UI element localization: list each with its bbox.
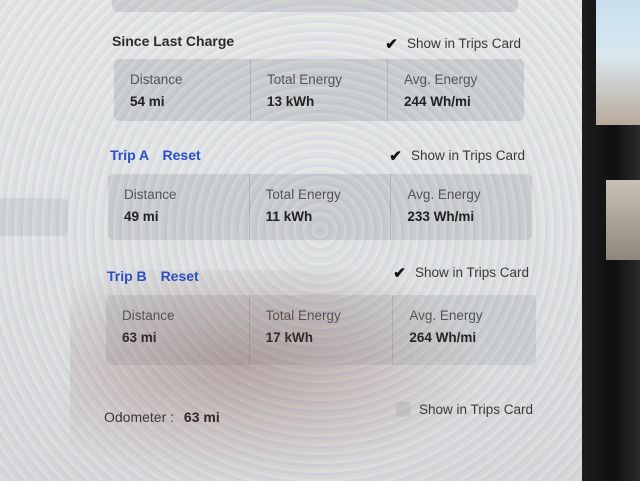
- distance-cell: Distance 49 mi: [108, 174, 250, 240]
- trip-b-header: Trip B Reset: [107, 268, 199, 284]
- touchscreen: Since Last Charge ✔ Show in Trips Card D…: [0, 0, 585, 481]
- avg-energy-cell: Avg. Energy 244 Wh/mi: [388, 59, 524, 121]
- car-window-view: [596, 0, 640, 125]
- trip-a-show-toggle[interactable]: ✔ Show in Trips Card: [388, 148, 526, 165]
- odometer-show-toggle[interactable]: Show in Trips Card: [396, 402, 533, 417]
- stat-value: 11 kWh: [265, 209, 313, 224]
- distance-cell: Distance 54 mi: [114, 59, 251, 121]
- trip-b-show-toggle[interactable]: ✔ Show in Trips Card: [392, 265, 530, 282]
- show-in-trips-card-label: Show in Trips Card: [419, 402, 534, 417]
- side-panel-edge: [0, 198, 68, 236]
- odometer-row: Odometer : 63 mi: [104, 409, 220, 425]
- stat-label: Total Energy: [267, 72, 343, 87]
- stat-label: Avg. Energy: [409, 308, 483, 323]
- trip-a-card: Distance 49 mi Total Energy 11 kWh Avg. …: [108, 174, 532, 240]
- dashboard-edge: [606, 180, 640, 260]
- total-energy-cell: Total Energy 11 kWh: [250, 174, 392, 240]
- trip-a-reset-button[interactable]: Reset: [163, 147, 201, 163]
- distance-cell: Distance 63 mi: [106, 295, 250, 365]
- stat-label: Distance: [130, 72, 183, 87]
- trip-a-header: Trip A Reset: [110, 147, 201, 163]
- show-in-trips-card-label: Show in Trips Card: [415, 265, 530, 280]
- trip-b-reset-button[interactable]: Reset: [161, 268, 199, 284]
- stat-label: Total Energy: [265, 187, 341, 202]
- stat-value: 244 Wh/mi: [404, 94, 471, 109]
- odometer-value: 63 mi: [183, 409, 220, 425]
- stat-value: 49 mi: [124, 209, 159, 224]
- trip-a-title: Trip A: [110, 147, 149, 163]
- stat-value: 233 Wh/mi: [407, 209, 475, 224]
- stat-value: 13 kWh: [267, 94, 315, 109]
- since-last-charge-title: Since Last Charge: [112, 33, 235, 49]
- checkmark-icon[interactable]: ✔: [384, 36, 399, 53]
- stat-label: Total Energy: [265, 308, 341, 323]
- total-energy-cell: Total Energy 13 kWh: [251, 59, 388, 121]
- show-in-trips-card-label: Show in Trips Card: [411, 148, 526, 163]
- stat-label: Avg. Energy: [407, 187, 481, 202]
- odometer-label: Odometer :: [104, 409, 175, 425]
- total-energy-cell: Total Energy 17 kWh: [250, 295, 394, 365]
- checkmark-icon[interactable]: ✔: [392, 265, 407, 282]
- avg-energy-cell: Avg. Energy 233 Wh/mi: [391, 174, 532, 240]
- since-last-charge-show-toggle[interactable]: ✔ Show in Trips Card: [384, 36, 522, 53]
- show-in-trips-card-label: Show in Trips Card: [407, 36, 522, 51]
- since-last-charge-card: Distance 54 mi Total Energy 13 kWh Avg. …: [114, 59, 524, 121]
- stat-value: 63 mi: [122, 330, 157, 345]
- stat-value: 264 Wh/mi: [409, 330, 477, 345]
- stat-value: 54 mi: [130, 94, 165, 109]
- stat-label: Distance: [124, 187, 177, 202]
- avg-energy-cell: Avg. Energy 264 Wh/mi: [393, 295, 536, 365]
- trip-b-title: Trip B: [107, 268, 147, 284]
- stat-label: Avg. Energy: [404, 72, 478, 87]
- stat-value: 17 kWh: [265, 330, 313, 345]
- checkmark-icon[interactable]: ✔: [388, 148, 403, 165]
- previous-card-edge: [112, 0, 518, 12]
- stat-label: Distance: [122, 308, 175, 323]
- unchecked-checkbox-icon[interactable]: [396, 402, 411, 417]
- trip-b-card: Distance 63 mi Total Energy 17 kWh Avg. …: [106, 295, 536, 365]
